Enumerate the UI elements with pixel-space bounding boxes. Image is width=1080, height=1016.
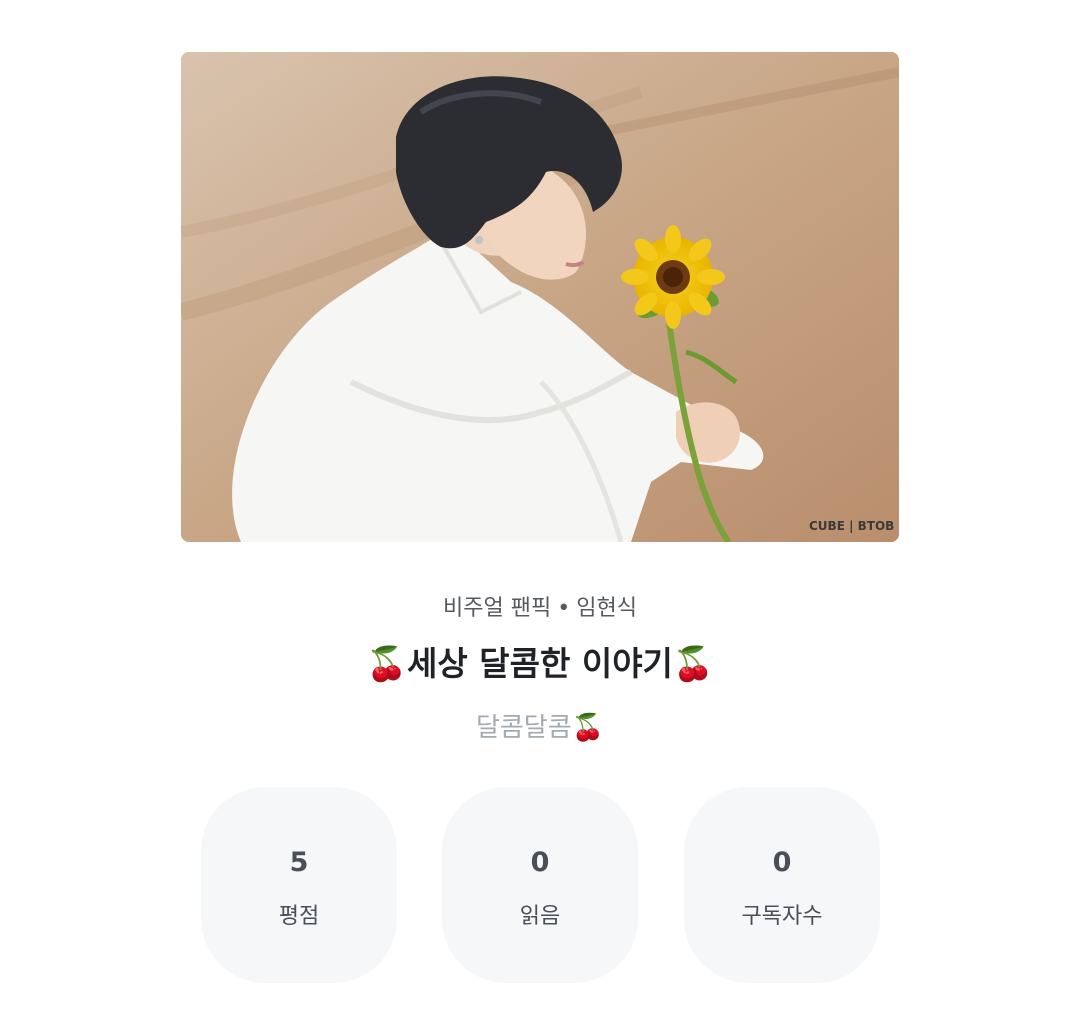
meta-separator: • bbox=[557, 596, 571, 621]
cover-watermark: CUBE | BTOB bbox=[809, 519, 894, 533]
stat-card-subscribers: 0 구독자수 bbox=[684, 787, 880, 983]
work-title: 🍒세상 달콤한 이야기🍒 bbox=[365, 644, 715, 683]
stat-reads-value: 0 bbox=[530, 847, 550, 878]
author-name[interactable]: 임현식 bbox=[576, 596, 637, 621]
stat-reads-label: 읽음 bbox=[519, 904, 561, 929]
work-meta: 비주얼 팬픽 • 임현식 bbox=[0, 590, 1080, 622]
stat-card-reads: 0 읽음 bbox=[442, 787, 638, 983]
stat-card-rating: 5 평점 bbox=[201, 787, 397, 983]
stat-subscribers-label: 구독자수 bbox=[741, 904, 823, 929]
work-detail-page: CUBE | BTOB 비주얼 팬픽 • 임현식 🍒세상 달콤한 이야기🍒 달콤달콤… bbox=[0, 0, 1080, 1016]
stat-rating-label: 평점 bbox=[278, 904, 320, 929]
category-label[interactable]: 비주얼 팬픽 bbox=[443, 596, 551, 621]
stat-rating-value: 5 bbox=[289, 847, 309, 878]
stat-subscribers-value: 0 bbox=[772, 847, 792, 878]
cover-image: CUBE | BTOB bbox=[181, 52, 899, 542]
work-subtitle: 달콤달콤🍒 bbox=[475, 713, 605, 743]
